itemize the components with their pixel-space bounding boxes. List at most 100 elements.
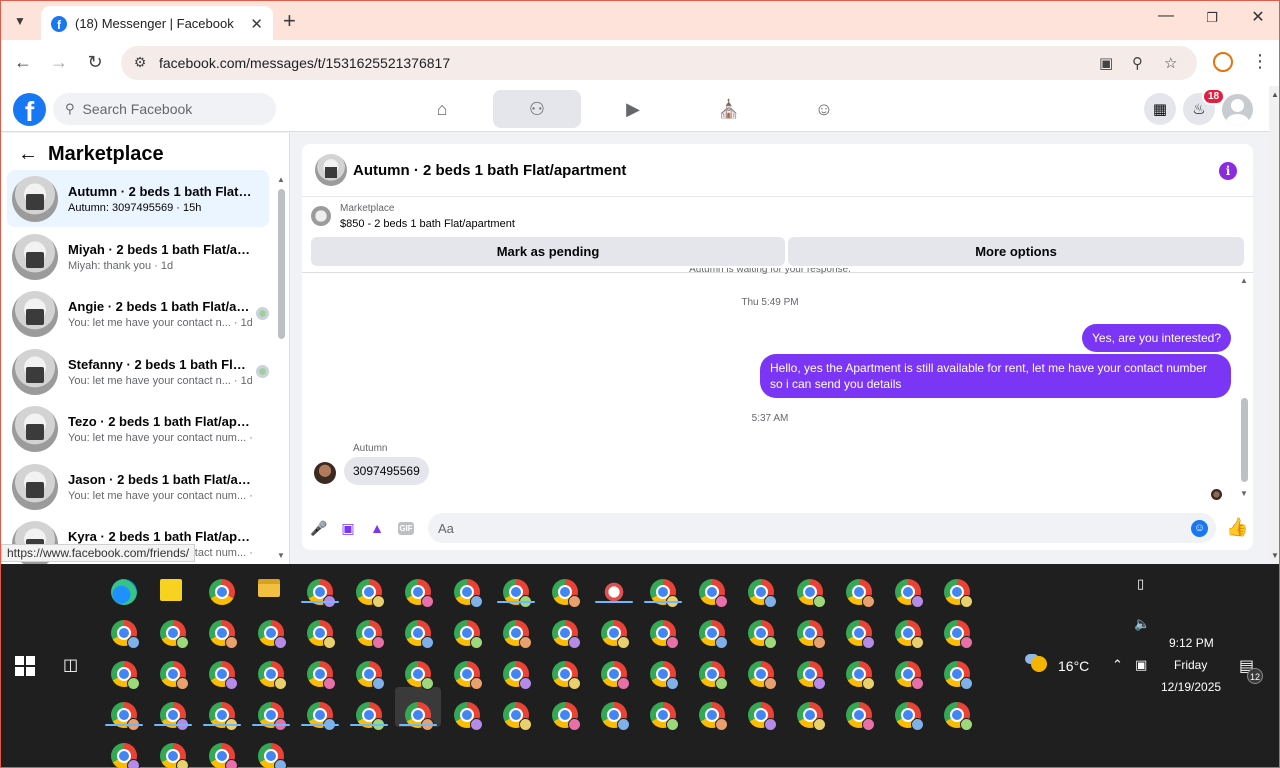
chrome-profile-icon[interactable]: [405, 661, 434, 690]
facebook-logo-icon[interactable]: f: [13, 93, 46, 126]
chrome-profile-icon[interactable]: [601, 620, 630, 649]
zoom-icon[interactable]: ⚲: [1132, 46, 1143, 80]
more-options-button[interactable]: More options: [788, 237, 1244, 266]
mark-as-pending-button[interactable]: Mark as pending: [311, 237, 785, 266]
chrome-profile-icon[interactable]: [748, 579, 777, 608]
listing-thumbnail[interactable]: [315, 154, 347, 186]
chrome-profile-icon[interactable]: [797, 620, 826, 649]
chrome-profile-icon[interactable]: [552, 620, 581, 649]
close-window-icon[interactable]: ✕: [1243, 7, 1273, 27]
conversation-item[interactable]: Angie · 2 beds 1 bath Flat/ap... You: le…: [7, 285, 269, 342]
chrome-profile-icon[interactable]: [601, 702, 630, 731]
chrome-profile-icon[interactable]: [405, 579, 434, 608]
scroll-up-icon[interactable]: ▲: [277, 175, 285, 184]
menu-grid-icon[interactable]: ▦: [1144, 93, 1176, 125]
chrome-profile-icon[interactable]: [846, 702, 875, 731]
chrome-profile-icon[interactable]: [258, 743, 287, 768]
chrome-profile-icon[interactable]: [895, 702, 924, 731]
info-icon[interactable]: i: [1219, 162, 1237, 180]
chrome-profile-icon[interactable]: [160, 620, 189, 649]
chrome-profile-icon[interactable]: [699, 579, 728, 608]
sticky-notes-icon[interactable]: [160, 579, 182, 601]
sender-avatar[interactable]: [314, 462, 336, 484]
chrome-profile-icon[interactable]: [895, 579, 924, 608]
chrome-profile-icon[interactable]: [111, 743, 140, 768]
scrollbar-thumb[interactable]: [278, 189, 285, 339]
page-scrollbar[interactable]: ▲ ▼: [1269, 86, 1279, 564]
outgoing-message[interactable]: Hello, yes the Apartment is still availa…: [760, 354, 1231, 398]
scrollbar-thumb[interactable]: [1241, 398, 1248, 482]
conversation-item[interactable]: Miyah · 2 beds 1 bath Flat/apart... Miya…: [7, 228, 269, 285]
chrome-profile-icon[interactable]: [650, 620, 679, 649]
chrome-profile-icon[interactable]: [307, 661, 336, 690]
back-arrow-icon[interactable]: ←: [12, 52, 34, 72]
chrome-profile-icon[interactable]: [258, 661, 287, 690]
sticker-icon[interactable]: ▲: [368, 519, 386, 537]
thumbs-up-icon[interactable]: 👍: [1226, 517, 1248, 538]
chrome-profile-icon[interactable]: [454, 579, 483, 608]
chrome-profile-icon[interactable]: [895, 620, 924, 649]
temperature[interactable]: 16°C: [1058, 658, 1089, 674]
scroll-down-icon[interactable]: ▼: [277, 551, 285, 560]
chrome-profile-icon[interactable]: [846, 661, 875, 690]
chrome-profile-icon[interactable]: [797, 579, 826, 608]
scroll-down-icon[interactable]: ▼: [1271, 551, 1279, 560]
gif-icon[interactable]: GIF: [398, 522, 414, 535]
chrome-profile-icon[interactable]: [601, 661, 630, 690]
marketplace-icon[interactable]: ⛪: [685, 90, 773, 128]
chrome-profile-icon[interactable]: [944, 620, 973, 649]
new-tab-plus-icon[interactable]: +: [283, 9, 296, 33]
clock-date[interactable]: 12/19/2025: [1161, 680, 1221, 694]
chrome-profile-icon[interactable]: [405, 620, 434, 649]
chrome-profile-icon[interactable]: [111, 620, 140, 649]
incoming-message[interactable]: 3097495569: [344, 457, 429, 485]
install-app-icon[interactable]: ▣: [1099, 46, 1113, 80]
file-explorer-icon[interactable]: [258, 579, 280, 597]
facebook-search-input[interactable]: ⚲ Search Facebook: [53, 93, 276, 125]
home-icon[interactable]: ⌂: [398, 90, 486, 128]
chrome-profile-icon[interactable]: [748, 702, 777, 731]
microphone-icon[interactable]: 🎤: [310, 519, 328, 537]
chrome-profile-icon[interactable]: [209, 661, 238, 690]
chrome-profile-icon[interactable]: [846, 579, 875, 608]
task-view-icon[interactable]: ◫: [63, 655, 78, 675]
outgoing-message[interactable]: Yes, are you interested?: [1082, 324, 1231, 352]
chrome-icon[interactable]: [209, 579, 235, 605]
chrome-profile-icon[interactable]: [748, 661, 777, 690]
chrome-profile-icon[interactable]: [797, 661, 826, 690]
friends-icon[interactable]: ⚇: [493, 90, 581, 128]
conversation-item[interactable]: Jason · 2 beds 1 bath Flat/apart... You:…: [7, 458, 269, 515]
restore-icon[interactable]: ❐: [1197, 10, 1227, 26]
scroll-up-icon[interactable]: ▲: [1271, 90, 1279, 99]
account-avatar[interactable]: [1222, 94, 1253, 125]
tray-chevron-icon[interactable]: ⌃: [1112, 657, 1123, 673]
back-arrow-icon[interactable]: ←: [18, 143, 38, 166]
chrome-profile-icon[interactable]: [650, 661, 679, 690]
chat-title[interactable]: Autumn · 2 beds 1 bath Flat/apartment: [353, 162, 626, 179]
browser-menu-icon[interactable]: ⋮: [1251, 51, 1269, 72]
chrome-profile-icon[interactable]: [846, 620, 875, 649]
chrome-profile-icon[interactable]: [454, 702, 483, 731]
scroll-down-icon[interactable]: ▼: [1240, 489, 1248, 498]
chrome-profile-icon[interactable]: [552, 661, 581, 690]
emoji-icon[interactable]: ☺: [1191, 520, 1208, 537]
chrome-profile-icon[interactable]: [748, 620, 777, 649]
chrome-profile-icon[interactable]: [307, 620, 336, 649]
sidebar-scrollbar[interactable]: ▲ ▼: [275, 175, 287, 560]
chrome-profile-icon[interactable]: [209, 743, 238, 768]
chrome-profile-icon[interactable]: [797, 702, 826, 731]
chrome-profile-icon[interactable]: [944, 579, 973, 608]
chrome-profile-icon[interactable]: [454, 620, 483, 649]
chrome-profile-icon[interactable]: [258, 620, 287, 649]
minimize-icon[interactable]: —: [1151, 7, 1181, 25]
chrome-profile-icon[interactable]: [454, 661, 483, 690]
chrome-profile-icon[interactable]: [356, 620, 385, 649]
video-icon[interactable]: ▶: [589, 90, 677, 128]
chrome-profile-icon[interactable]: [503, 661, 532, 690]
chrome-profile-icon[interactable]: [699, 620, 728, 649]
conversation-item[interactable]: Tezo · 2 beds 1 bath Flat/apartm... You:…: [7, 400, 269, 457]
chrome-profile-icon[interactable]: [160, 661, 189, 690]
chrome-profile-icon[interactable]: [503, 620, 532, 649]
message-input[interactable]: Aa ☺: [428, 513, 1216, 543]
site-info-icon[interactable]: ⚙: [131, 54, 149, 72]
